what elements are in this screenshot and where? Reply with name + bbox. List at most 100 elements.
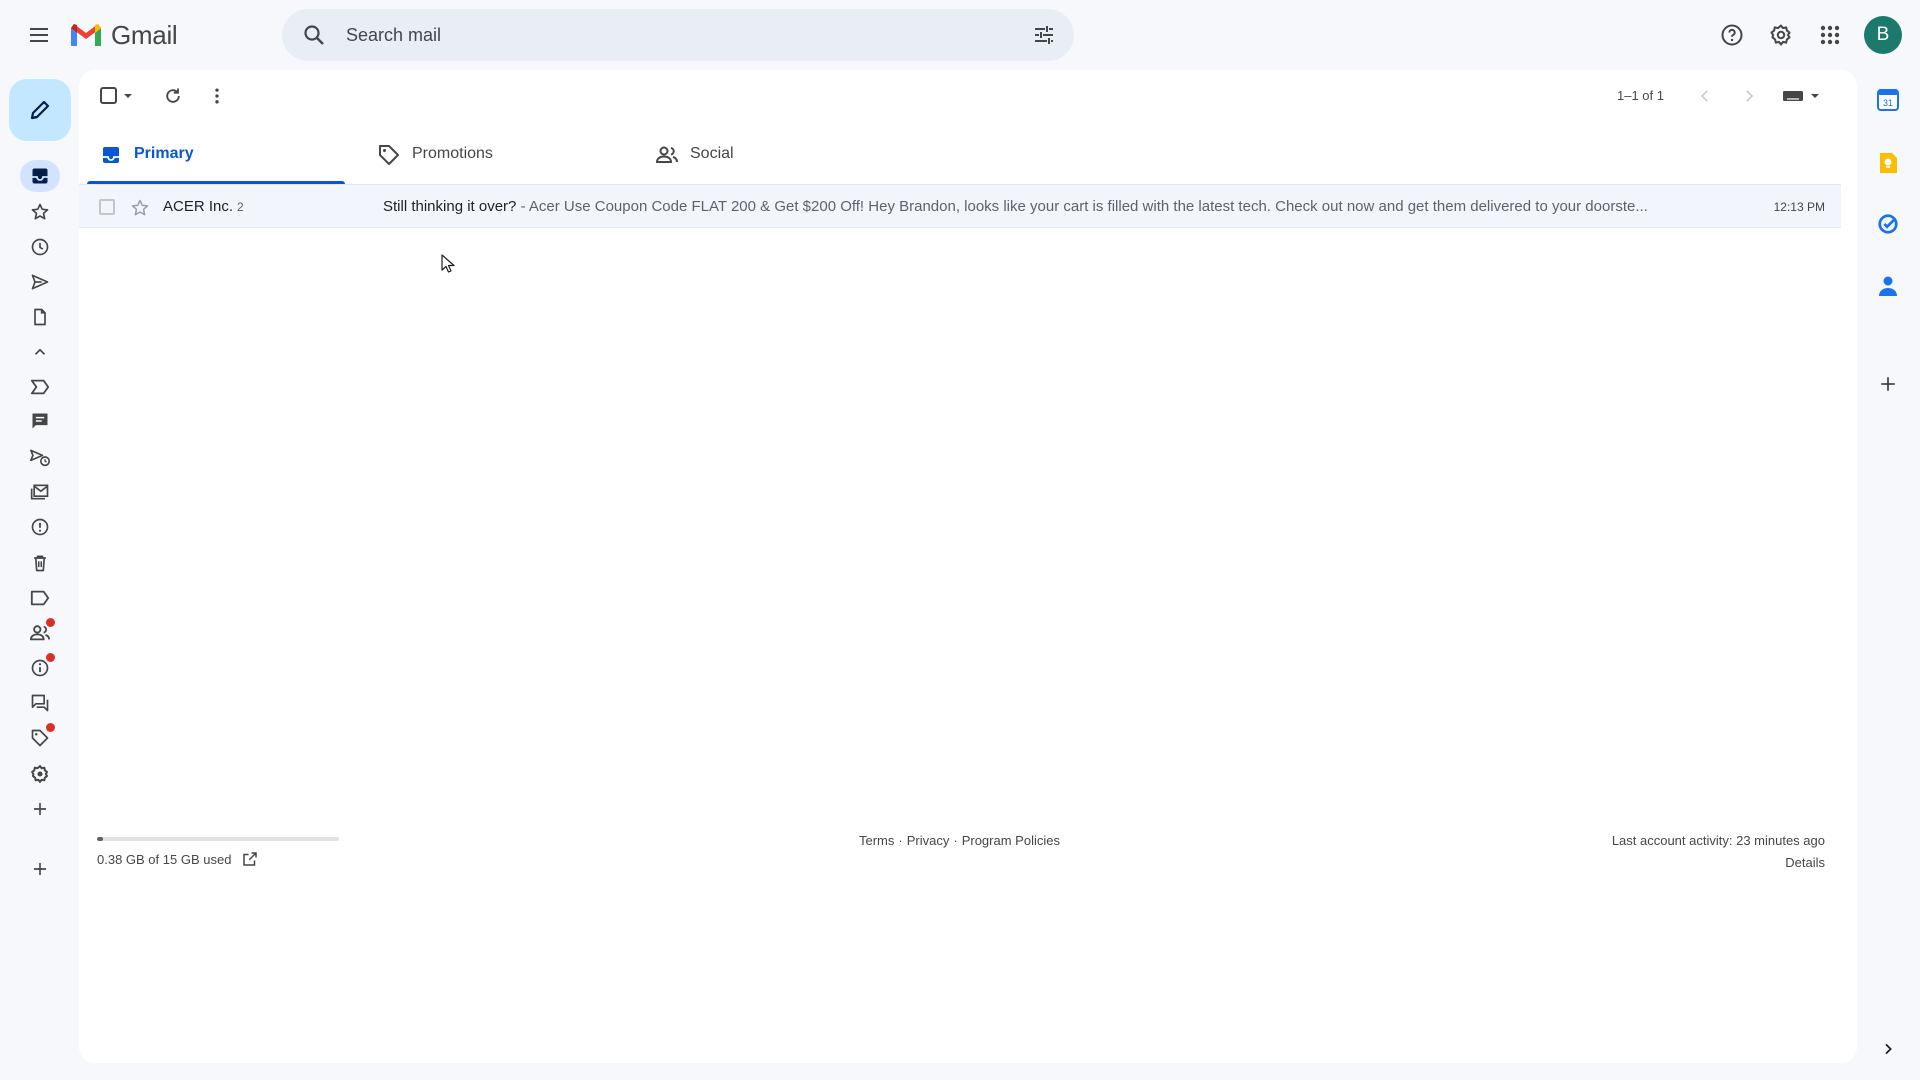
nav-forums[interactable] (20, 687, 60, 719)
older-page-chevron-right-icon[interactable] (1731, 77, 1767, 115)
top-bar: Gmail B (0, 0, 1920, 70)
notification-dot (46, 653, 55, 662)
open-external-icon[interactable] (241, 850, 259, 868)
google-apps-grid-icon[interactable] (1810, 15, 1850, 55)
inbox-icon (32, 168, 48, 184)
tab-primary[interactable]: Primary (87, 126, 345, 184)
input-tools-keyboard-icon[interactable] (1776, 77, 1826, 115)
label-important-icon (30, 379, 50, 395)
mouse-pointer-icon (441, 254, 455, 273)
pencil-icon (30, 100, 50, 120)
search-input[interactable] (346, 17, 996, 53)
forum-icon (31, 694, 49, 712)
send-icon (31, 274, 49, 290)
nav-create-label[interactable] (20, 793, 60, 825)
select-all-checkbox[interactable] (97, 77, 137, 115)
refresh-icon[interactable] (153, 77, 193, 115)
storage-usage-text: 0.38 GB of 15 GB used (97, 852, 232, 867)
get-add-ons-plus-icon[interactable] (1872, 368, 1904, 400)
newer-page-chevron-left-icon[interactable] (1687, 77, 1723, 115)
row-checkbox[interactable] (99, 199, 115, 215)
activity-details-link[interactable]: Details (1785, 855, 1825, 870)
notification-dot (46, 723, 55, 732)
trash-icon (34, 555, 46, 572)
chat-icon (32, 413, 48, 429)
inbox-icon (103, 147, 119, 163)
nav-drafts[interactable] (20, 301, 60, 333)
storage-usage-bar (97, 837, 339, 841)
email-preview: Still thinking it over? - Acer Use Coupo… (383, 198, 1791, 215)
mail-list-panel: 1–1 of 1 Primary Promotions Social ACER … (79, 70, 1857, 1063)
nav-updates[interactable] (20, 652, 60, 684)
calendar-app-icon[interactable]: 31 (1872, 84, 1904, 116)
main-menu-icon[interactable] (19, 15, 59, 55)
email-time: 12:13 PM (1773, 200, 1825, 214)
mail-stack-icon (30, 484, 49, 500)
nav-less[interactable] (20, 336, 60, 368)
nav-starred[interactable] (20, 196, 60, 228)
footer-links: Terms · Privacy · Program Policies (859, 833, 1060, 848)
nav-add-shortcut[interactable] (20, 853, 60, 885)
nav-manage-labels[interactable] (20, 758, 60, 790)
label-icon (30, 590, 50, 606)
gmail-m-icon (71, 24, 101, 46)
plus-icon (34, 863, 46, 875)
help-icon[interactable] (1712, 15, 1752, 55)
pagination-count: 1–1 of 1 (1617, 88, 1664, 103)
search-bar[interactable] (282, 9, 1074, 61)
contacts-app-icon[interactable] (1872, 270, 1904, 302)
scheduled-send-icon (30, 449, 50, 467)
email-sender: ACER Inc. 2 (163, 198, 244, 215)
email-subject: Still thinking it over? (383, 198, 517, 215)
sender-name: ACER Inc. (163, 198, 234, 215)
email-row[interactable]: ACER Inc. 2 Still thinking it over? - Ace… (79, 184, 1841, 228)
notification-dot (46, 618, 55, 627)
tag-icon (379, 145, 399, 165)
star-icon (31, 203, 49, 220)
nav-spam[interactable] (20, 511, 60, 543)
alert-circle-icon (31, 518, 49, 536)
nav-scheduled[interactable] (20, 441, 60, 473)
search-options-icon[interactable] (1024, 15, 1064, 55)
gmail-wordmark: Gmail (111, 19, 178, 50)
more-options-icon[interactable] (197, 77, 237, 115)
compose-button[interactable] (9, 79, 71, 141)
star-icon[interactable] (130, 198, 150, 218)
category-tabs: Primary Promotions Social (87, 126, 1849, 184)
account-avatar[interactable]: B (1864, 16, 1902, 54)
gear-icon (31, 765, 49, 783)
program-policies-link[interactable]: Program Policies (962, 833, 1060, 848)
nav-snoozed[interactable] (20, 231, 60, 263)
gmail-logo[interactable]: Gmail (69, 19, 178, 50)
keep-app-icon[interactable] (1872, 147, 1904, 179)
nav-chats[interactable] (20, 405, 60, 437)
clock-icon (31, 238, 49, 256)
nav-trash[interactable] (20, 547, 60, 579)
terms-link[interactable]: Terms (859, 833, 894, 848)
nav-inbox[interactable] (20, 160, 60, 192)
nav-promotions[interactable] (20, 722, 60, 754)
chevron-up-icon (34, 348, 46, 355)
nav-all-mail[interactable] (20, 476, 60, 508)
nav-sent[interactable] (20, 266, 60, 298)
email-snippet: - Acer Use Coupon Code FLAT 200 & Get $2… (516, 198, 1648, 215)
list-toolbar: 1–1 of 1 (79, 70, 1857, 122)
tab-promotions[interactable]: Promotions (365, 126, 623, 184)
thread-count: 2 (237, 200, 244, 214)
plus-icon (34, 803, 46, 815)
settings-gear-icon[interactable] (1761, 15, 1801, 55)
nav-social[interactable] (20, 617, 60, 649)
tasks-app-icon[interactable] (1872, 208, 1904, 240)
tab-label: Promotions (412, 145, 493, 162)
last-account-activity: Last account activity: 23 minutes ago (1611, 833, 1825, 848)
search-icon[interactable] (294, 15, 334, 55)
tab-social[interactable]: Social (643, 126, 901, 184)
storage-usage-fill (97, 837, 104, 841)
nav-important[interactable] (20, 371, 60, 403)
calendar-date: 31 (1883, 98, 1893, 108)
people-icon (655, 146, 678, 163)
show-side-panel-chevron-right-icon[interactable] (1872, 1033, 1904, 1065)
nav-categories[interactable] (20, 582, 60, 614)
file-icon (34, 308, 46, 326)
privacy-link[interactable]: Privacy (907, 833, 950, 848)
